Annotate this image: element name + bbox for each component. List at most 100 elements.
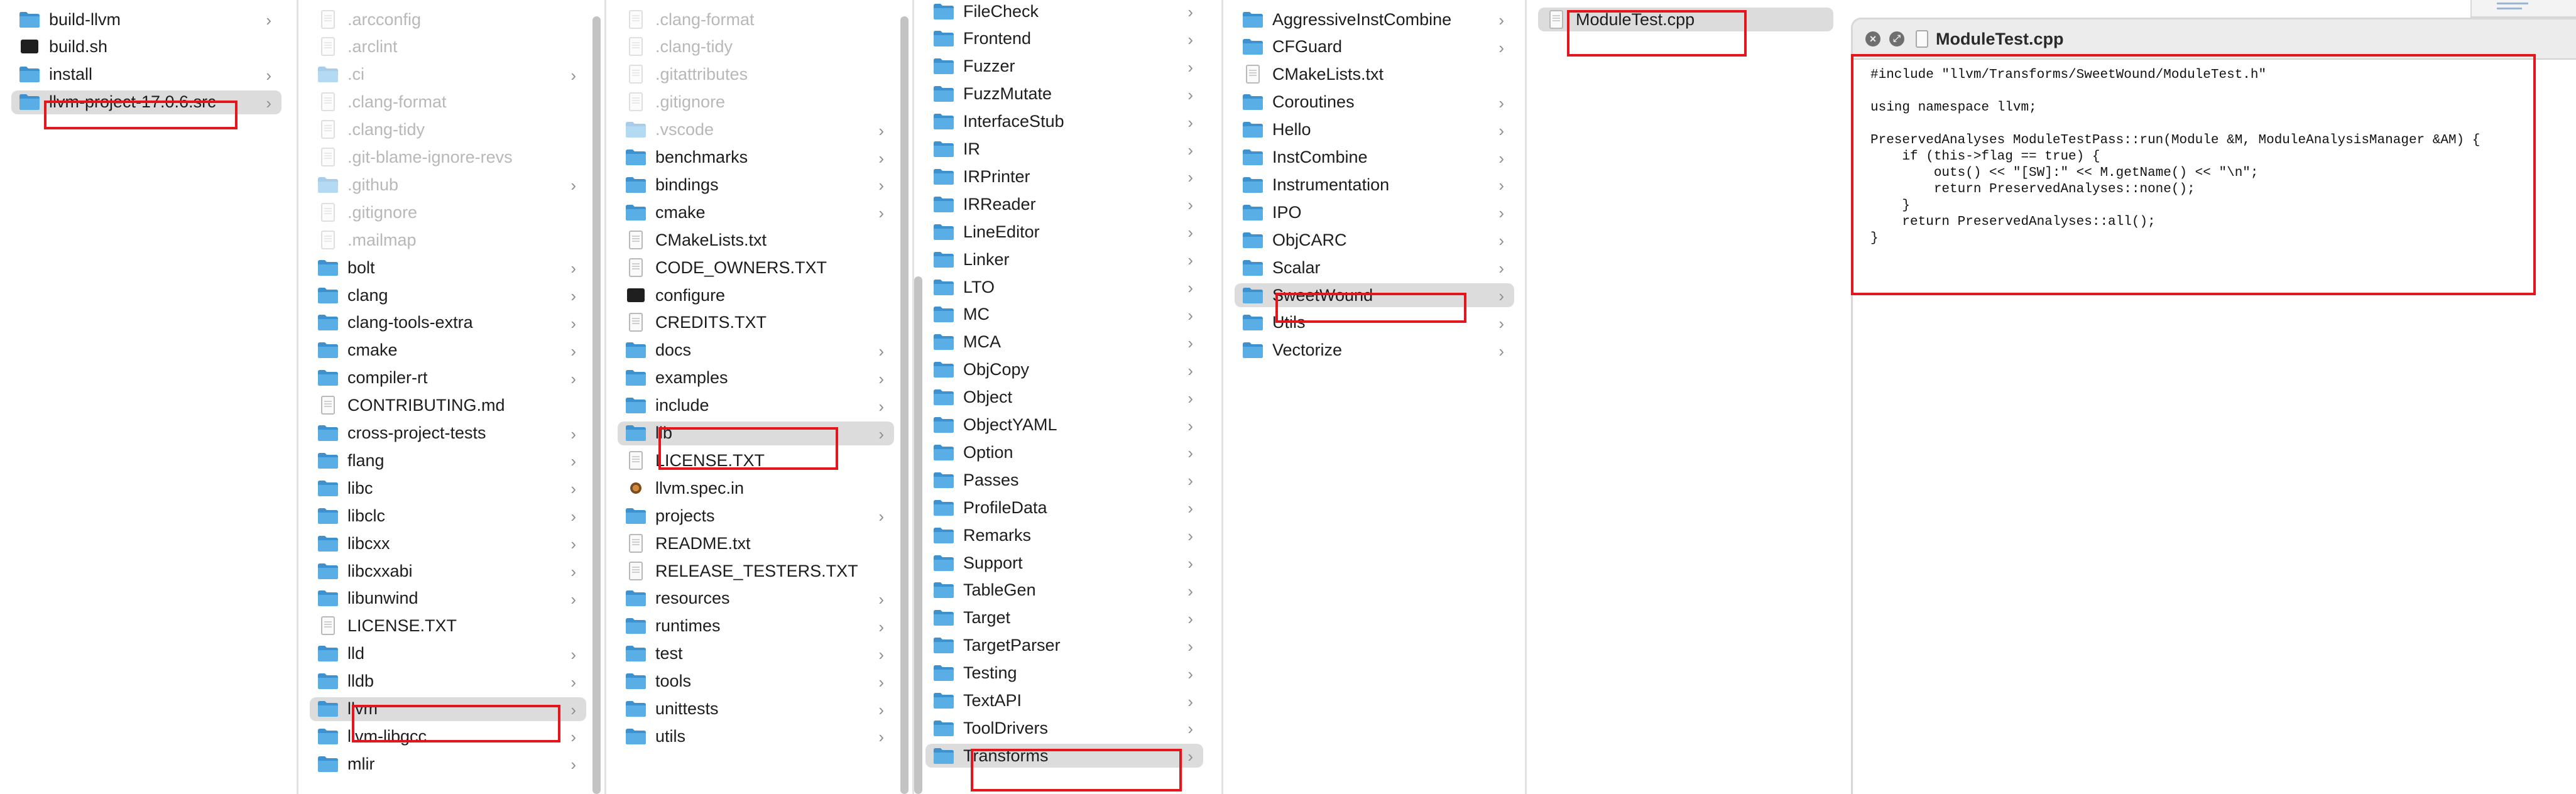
- file-item-objcopy[interactable]: ObjCopy ›: [925, 358, 1203, 382]
- file-item-cmakelists-txt[interactable]: CMakeLists.txt: [618, 228, 894, 252]
- file-item-option[interactable]: Option ›: [925, 440, 1203, 464]
- file-item-code-owners-txt[interactable]: CODE_OWNERS.TXT: [618, 256, 894, 280]
- column-sweetwound[interactable]: ModuleTest.cpp: [1527, 0, 1851, 794]
- file-item-llvm-project-17-0-6-src[interactable]: llvm-project-17.0.6.src ›: [11, 90, 281, 114]
- file-item-projects[interactable]: projects ›: [618, 504, 894, 528]
- file-item-ipo[interactable]: IPO ›: [1235, 200, 1514, 224]
- column-llvm-project[interactable]: .arcconfig .arclint .ci › .clang-format .clan…: [298, 0, 606, 794]
- file-item-install[interactable]: install ›: [11, 63, 281, 87]
- file-item-remarks[interactable]: Remarks ›: [925, 523, 1203, 547]
- file-item-clang[interactable]: clang ›: [310, 283, 586, 307]
- file-item-tools[interactable]: tools ›: [618, 670, 894, 693]
- file-item-cross-project-tests[interactable]: cross-project-tests ›: [310, 421, 586, 445]
- file-item-docs[interactable]: docs ›: [618, 339, 894, 362]
- file-item-llvm[interactable]: llvm ›: [310, 697, 586, 721]
- file-item-license-txt[interactable]: LICENSE.TXT: [310, 614, 586, 638]
- file-item-release-testers-txt[interactable]: RELEASE_TESTERS.TXT: [618, 559, 894, 583]
- file-item-utils[interactable]: Utils ›: [1235, 311, 1514, 335]
- file-item-clang-tidy[interactable]: .clang-tidy: [618, 35, 894, 59]
- file-item-objcarc[interactable]: ObjCARC ›: [1235, 228, 1514, 252]
- file-item-profiledata[interactable]: ProfileData ›: [925, 496, 1203, 519]
- file-item-tooldrivers[interactable]: ToolDrivers ›: [925, 716, 1203, 740]
- column-scrollbar[interactable]: [914, 276, 922, 794]
- file-item-gitignore[interactable]: .gitignore: [618, 90, 894, 114]
- file-item-configure[interactable]: configure: [618, 283, 894, 307]
- file-item-lto[interactable]: LTO ›: [925, 275, 1203, 299]
- file-item-runtimes[interactable]: runtimes ›: [618, 614, 894, 638]
- file-item-clang-tidy[interactable]: .clang-tidy: [310, 118, 586, 142]
- quicklook-window[interactable]: × ⤢ ModuleTest.cpp #include "llvm/Transf…: [1851, 18, 2576, 794]
- file-item-ci[interactable]: .ci ›: [310, 63, 586, 87]
- file-item-resources[interactable]: resources ›: [618, 587, 894, 611]
- file-item-lib[interactable]: lib ›: [618, 421, 894, 445]
- fullscreen-icon[interactable]: ⤢: [1889, 31, 1904, 46]
- file-item-credits-txt[interactable]: CREDITS.TXT: [618, 311, 894, 335]
- file-item-sweetwound[interactable]: SweetWound ›: [1235, 283, 1514, 307]
- file-item-objectyaml[interactable]: ObjectYAML ›: [925, 413, 1203, 437]
- file-item-frontend[interactable]: Frontend ›: [925, 27, 1203, 51]
- file-item-hello[interactable]: Hello ›: [1235, 118, 1514, 142]
- file-item-target[interactable]: Target ›: [925, 606, 1203, 630]
- file-item-targetparser[interactable]: TargetParser ›: [925, 634, 1203, 658]
- file-item-cfguard[interactable]: CFGuard ›: [1235, 35, 1514, 59]
- file-item-testing[interactable]: Testing ›: [925, 661, 1203, 685]
- file-item-moduletest-cpp[interactable]: ModuleTest.cpp: [1538, 8, 1833, 31]
- file-item-mlir[interactable]: mlir ›: [310, 752, 586, 776]
- file-item-clang-format[interactable]: .clang-format: [618, 8, 894, 31]
- file-item-utils[interactable]: utils ›: [618, 724, 894, 748]
- file-item-arclint[interactable]: .arclint: [310, 35, 586, 59]
- file-item-clang-format[interactable]: .clang-format: [310, 90, 586, 114]
- file-item-libcxxabi[interactable]: libcxxabi ›: [310, 559, 586, 583]
- file-item-ir[interactable]: IR ›: [925, 138, 1203, 161]
- column-lib[interactable]: FileCheck › Frontend › Fuzzer › FuzzMutate › Int…: [914, 0, 1223, 794]
- file-item-instcombine[interactable]: InstCombine ›: [1235, 146, 1514, 170]
- file-item-object[interactable]: Object ›: [925, 386, 1203, 410]
- file-item-fuzzer[interactable]: Fuzzer ›: [925, 55, 1203, 79]
- file-item-passes[interactable]: Passes ›: [925, 468, 1203, 492]
- file-item-libc[interactable]: libc ›: [310, 476, 586, 500]
- file-item-tablegen[interactable]: TableGen ›: [925, 579, 1203, 602]
- file-item-lineeditor[interactable]: LineEditor ›: [925, 220, 1203, 244]
- file-item-gitattributes[interactable]: .gitattributes: [618, 63, 894, 87]
- file-item-mailmap[interactable]: .mailmap: [310, 228, 586, 252]
- file-item-examples[interactable]: examples ›: [618, 366, 894, 390]
- file-item-textapi[interactable]: TextAPI ›: [925, 689, 1203, 713]
- column-llvm[interactable]: .clang-format .clang-tidy .gitattributes .g…: [606, 0, 914, 794]
- column-scrollbar[interactable]: [592, 16, 601, 794]
- column-transforms[interactable]: AggressiveInstCombine › CFGuard › CMakeLists…: [1223, 0, 1527, 794]
- file-item-lld[interactable]: lld ›: [310, 642, 586, 666]
- file-item-build-llvm[interactable]: build-llvm ›: [11, 8, 281, 31]
- file-item-libcxx[interactable]: libcxx ›: [310, 531, 586, 555]
- file-item-git-blame-ignore-revs[interactable]: .git-blame-ignore-revs: [310, 146, 586, 170]
- file-item-libunwind[interactable]: libunwind ›: [310, 587, 586, 611]
- file-item-cmake[interactable]: cmake ›: [618, 200, 894, 224]
- file-item-filecheck[interactable]: FileCheck ›: [925, 0, 1203, 23]
- file-item-cmake[interactable]: cmake ›: [310, 339, 586, 362]
- file-item-instrumentation[interactable]: Instrumentation ›: [1235, 173, 1514, 197]
- file-item-unittests[interactable]: unittests ›: [618, 697, 894, 721]
- file-item-fuzzmutate[interactable]: FuzzMutate ›: [925, 82, 1203, 106]
- file-item-irprinter[interactable]: IRPrinter ›: [925, 165, 1203, 188]
- file-item-support[interactable]: Support ›: [925, 551, 1203, 575]
- file-item-clang-tools-extra[interactable]: clang-tools-extra ›: [310, 311, 586, 335]
- file-item-gitignore[interactable]: .gitignore: [310, 200, 586, 224]
- file-item-transforms[interactable]: Transforms ›: [925, 744, 1203, 768]
- column-root[interactable]: build-llvm › build.sh install › llvm-project-…: [0, 0, 298, 794]
- file-item-llvm-spec-in[interactable]: llvm.spec.in: [618, 476, 894, 500]
- file-item-libclc[interactable]: libclc ›: [310, 504, 586, 528]
- file-item-linker[interactable]: Linker ›: [925, 247, 1203, 271]
- file-item-arcconfig[interactable]: .arcconfig: [310, 8, 586, 31]
- file-item-contributing-md[interactable]: CONTRIBUTING.md: [310, 394, 586, 418]
- file-item-compiler-rt[interactable]: compiler-rt ›: [310, 366, 586, 390]
- file-item-vscode[interactable]: .vscode ›: [618, 118, 894, 142]
- file-item-mc[interactable]: MC ›: [925, 303, 1203, 327]
- file-item-flang[interactable]: flang ›: [310, 449, 586, 472]
- file-item-mca[interactable]: MCA ›: [925, 330, 1203, 354]
- close-icon[interactable]: ×: [1865, 31, 1880, 46]
- file-item-github[interactable]: .github ›: [310, 173, 586, 197]
- column-scrollbar[interactable]: [900, 16, 909, 794]
- file-item-include[interactable]: include ›: [618, 394, 894, 418]
- file-item-benchmarks[interactable]: benchmarks ›: [618, 146, 894, 170]
- file-item-lldb[interactable]: lldb ›: [310, 670, 586, 693]
- file-item-license-txt[interactable]: LICENSE.TXT: [618, 449, 894, 472]
